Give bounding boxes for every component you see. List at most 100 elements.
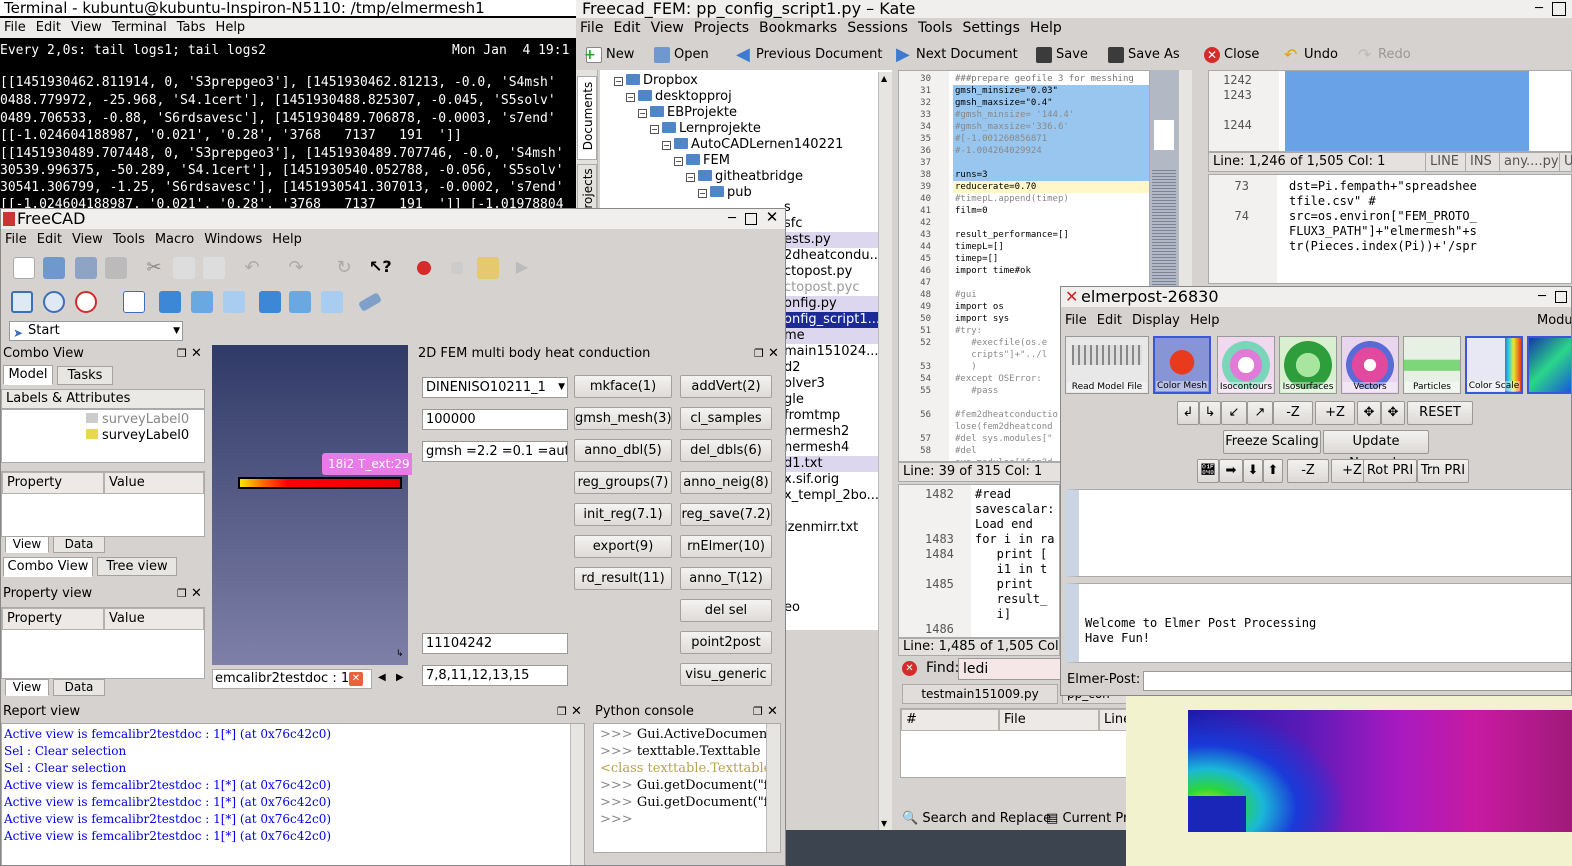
elmer-minimize-icon[interactable]: ─ — [1535, 290, 1549, 304]
tab-tasks[interactable]: Tasks — [57, 366, 113, 385]
results-col-file[interactable]: File — [999, 709, 1099, 731]
terminal-menu-file[interactable]: File — [4, 20, 26, 35]
isocontours-button[interactable]: Isocontours — [1217, 336, 1275, 394]
print-icon[interactable] — [105, 257, 127, 279]
kate-menu-file[interactable]: File — [580, 20, 603, 36]
file-item[interactable]: d2 — [784, 360, 801, 376]
workbench-selector[interactable]: ➤ Start ▼ — [9, 321, 183, 341]
file-item[interactable]: x.sif.orig — [784, 472, 839, 488]
file-item[interactable]: sfc — [784, 216, 803, 232]
close-tab-icon[interactable]: ✕ — [349, 672, 363, 686]
value-input-3[interactable]: 11104242 — [422, 633, 568, 654]
find-close-icon[interactable]: ✕ — [902, 661, 917, 676]
tab-data[interactable]: Data — [53, 536, 105, 553]
gmsh-mesh-button[interactable]: gmsh_mesh(3) — [574, 407, 672, 430]
front-view-icon[interactable] — [159, 291, 181, 313]
editor-3[interactable]: 73 dst=Pi.fempath+"spreadshee tfile.csv" #… — [1208, 174, 1572, 284]
elmer-menu-file[interactable]: File — [1065, 313, 1087, 328]
file-item[interactable]: onfig.py — [784, 296, 878, 312]
results-col-number[interactable]: # — [901, 709, 999, 731]
freeze-scaling-button[interactable]: Freeze Scaling — [1223, 430, 1321, 454]
gmsh-params-input[interactable]: gmsh =2.2 =0.1 =auto — [422, 441, 568, 462]
redo-icon[interactable]: ↷ — [285, 257, 307, 279]
freecad-maximize-icon[interactable] — [745, 213, 757, 225]
tab-model[interactable]: Model — [3, 365, 53, 385]
previous-document-button[interactable]: ◀ Previous Document — [734, 44, 882, 66]
tree-item[interactable]: − githeatbridge — [686, 169, 803, 185]
close-panel-icon[interactable]: ✕ — [191, 345, 202, 363]
translate-left-button[interactable]: 🡈 — [1197, 459, 1219, 483]
rot-pri-button[interactable]: Rot PRI — [1363, 459, 1417, 483]
point2post-button[interactable]: point2post — [680, 631, 772, 654]
tab-right-arrow-icon[interactable]: ▶ — [396, 672, 404, 683]
move-icon-button[interactable]: ✥ — [1357, 401, 1381, 425]
reg-groups-button[interactable]: reg_groups(7) — [574, 471, 672, 494]
next-document-button[interactable]: ▶ Next Document — [894, 44, 1018, 66]
kate-menu-settings[interactable]: Settings — [962, 20, 1019, 36]
freecad-menu-windows[interactable]: Windows — [204, 232, 262, 247]
file-item[interactable]: eo — [784, 600, 800, 616]
kate-menu-sessions[interactable]: Sessions — [847, 20, 908, 36]
file-item[interactable]: gle — [784, 392, 804, 408]
kate-menu-projects[interactable]: Projects — [694, 20, 749, 36]
freecad-menu-tools[interactable]: Tools — [113, 232, 145, 247]
freecad-minimize-icon[interactable]: ─ — [725, 212, 739, 226]
rear-view-icon[interactable] — [259, 291, 281, 313]
terminal-menu-terminal[interactable]: Terminal — [112, 20, 167, 35]
file-item[interactable]: ests.py — [784, 232, 878, 248]
kate-menu-edit[interactable]: Edit — [613, 20, 640, 36]
close-panel-icon[interactable]: ✕ — [571, 703, 582, 721]
value-input-1[interactable]: 100000 — [422, 409, 568, 430]
color-scale-button[interactable]: Color Scale — [1465, 336, 1523, 394]
right-view-icon[interactable] — [223, 291, 245, 313]
file-item[interactable]: main151024.... — [784, 344, 883, 360]
rd-result-button[interactable]: rd_result(11) — [574, 567, 672, 590]
fit-all-icon[interactable] — [11, 291, 33, 313]
value-input-4[interactable]: 7,8,11,12,13,15 — [422, 665, 568, 686]
translate-up-button[interactable]: ⬆ — [1263, 459, 1283, 483]
color-mesh-button[interactable]: Color Mesh — [1153, 336, 1211, 394]
value-col[interactable]: Value — [104, 608, 204, 630]
left-view-icon[interactable] — [321, 291, 343, 313]
elmer-menu-edit[interactable]: Edit — [1097, 313, 1122, 328]
undock-icon[interactable]: ❐ — [754, 345, 764, 363]
undock-icon[interactable]: ❐ — [177, 585, 187, 603]
console-scrollbar[interactable] — [766, 724, 780, 852]
mkface-button[interactable]: mkface(1) — [574, 375, 672, 398]
documents-side-tab[interactable]: Documents — [577, 76, 597, 160]
elmer-menu-display[interactable]: Display — [1132, 313, 1180, 328]
tree-item[interactable]: − desktopproj — [626, 89, 732, 105]
terminal-menu-tabs[interactable]: Tabs — [177, 20, 206, 35]
freecad-menu-file[interactable]: File — [5, 232, 27, 247]
copy-icon[interactable] — [173, 257, 195, 279]
translate-right-button[interactable]: ➡ — [1219, 459, 1243, 483]
move-icon-button-2[interactable]: ✥ — [1381, 401, 1405, 425]
freecad-menu-macro[interactable]: Macro — [155, 232, 194, 247]
file-tree-scrollbar[interactable]: ▲ ▼ — [878, 72, 892, 830]
kate-titlebar[interactable]: Freecad_FEM: pp_config_script1.py – Kate — [576, 0, 1572, 18]
freecad-menu-edit[interactable]: Edit — [37, 232, 62, 247]
addvert-button[interactable]: addVert(2) — [680, 375, 772, 398]
isosurfaces-button[interactable]: Isosurfaces — [1279, 336, 1337, 394]
kate-menu-bookmarks[interactable]: Bookmarks — [759, 20, 837, 36]
rotate-plus-z-button[interactable]: +Z — [1315, 401, 1355, 425]
del-sel-button[interactable]: del sel — [680, 599, 772, 622]
export-button[interactable]: export(9) — [574, 535, 672, 558]
bottom-view-icon[interactable] — [289, 291, 311, 313]
freecad-menu-view[interactable]: View — [72, 232, 103, 247]
python-console[interactable]: >>> Gui.ActiveDocument. >>> texttable.Te… — [593, 723, 781, 853]
tree-item[interactable]: surveyLabel0 — [86, 412, 189, 427]
tree-item[interactable]: surveyLabel0 — [86, 428, 189, 443]
file-item[interactable]: 2dheatcondu... — [784, 248, 882, 264]
cl-samples-button[interactable]: cl_samples — [680, 407, 772, 430]
file-item[interactable]: d1.txt — [784, 456, 878, 472]
file-item[interactable]: nermesh2 — [784, 424, 849, 440]
close-panel-icon[interactable]: ✕ — [191, 585, 202, 603]
terminal-titlebar[interactable]: Terminal - kubuntu@kubuntu-Inspiron-N511… — [0, 0, 576, 16]
init-reg-button[interactable]: init_reg(7.1) — [574, 503, 672, 526]
run-macro-icon[interactable]: ▶ — [511, 257, 533, 279]
current-project-tab[interactable]: ▤ Current Pr — [1046, 808, 1128, 830]
file-item[interactable]: fromtmp — [784, 408, 840, 424]
record-macro-icon[interactable] — [417, 261, 431, 275]
anno-neig-button[interactable]: anno_neig(8) — [680, 471, 772, 494]
